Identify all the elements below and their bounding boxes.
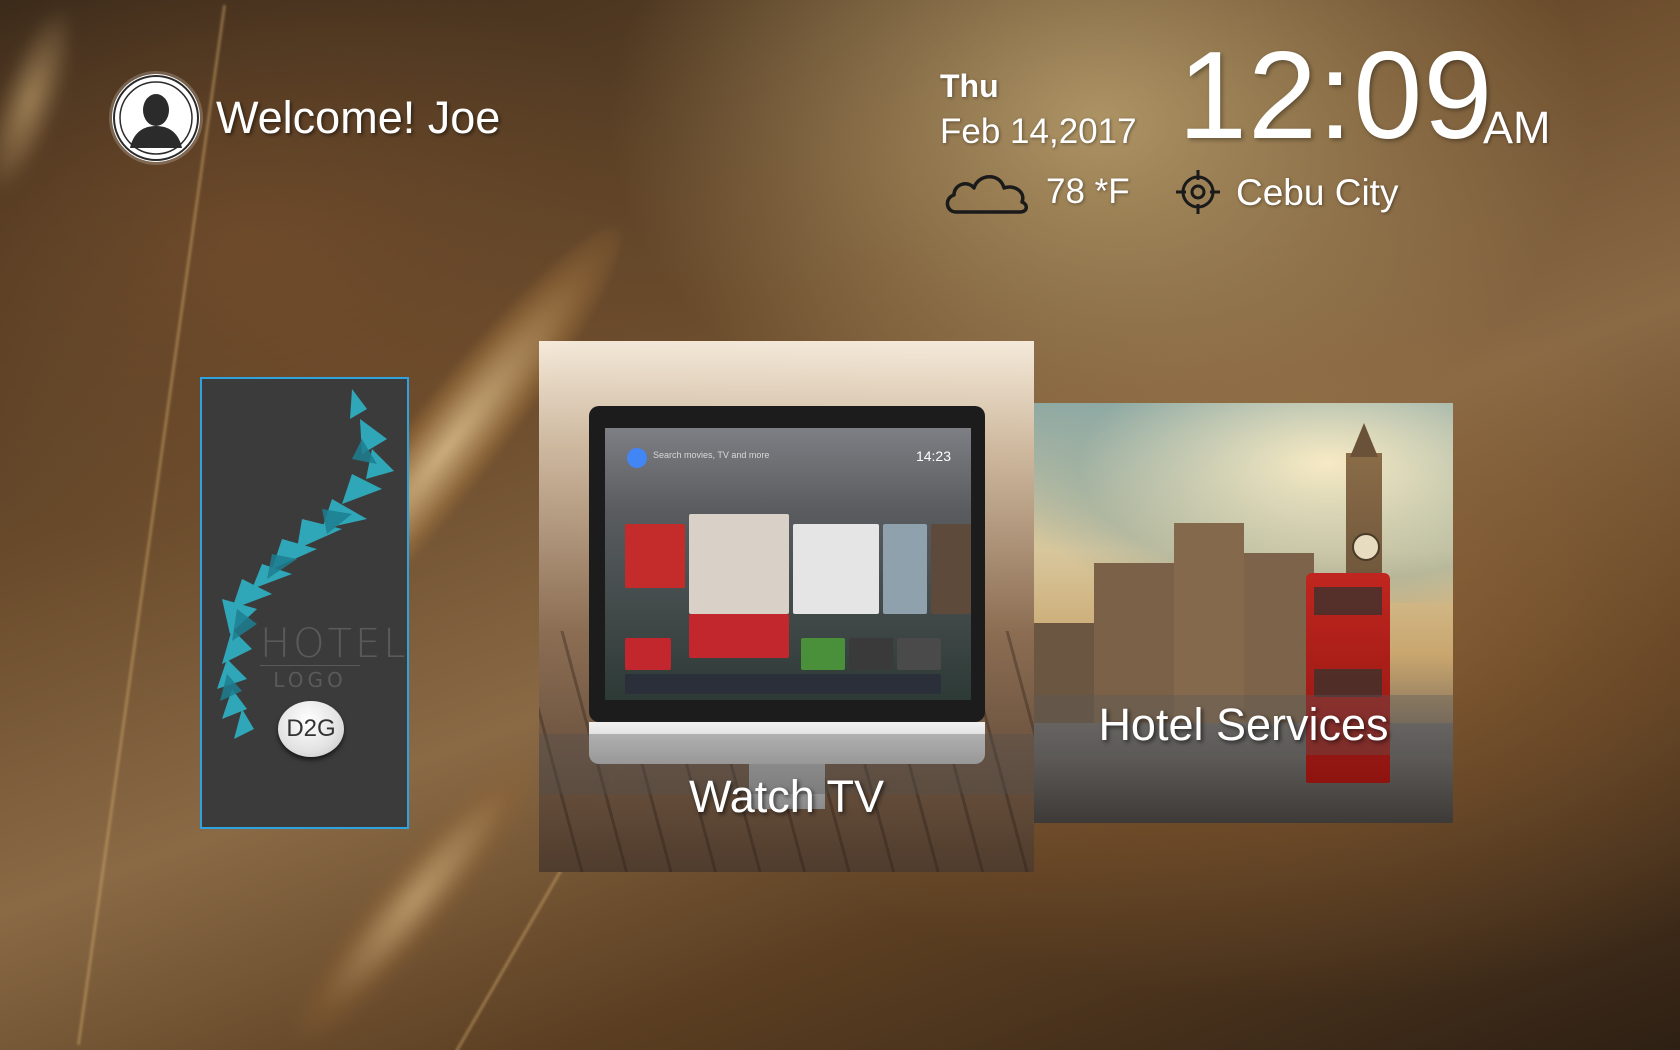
bus-window: [1314, 669, 1382, 697]
tv-app-tile: [849, 638, 893, 670]
tv-monitor-screen: Search movies, TV and more 14:23: [605, 428, 971, 700]
hotel-logo-word: HOTEL: [260, 621, 409, 667]
tv-card-info: [689, 614, 789, 658]
hotel-logo-subtitle: LOGO: [260, 665, 360, 692]
clock-ampm: AM: [1483, 102, 1551, 153]
tv-search-hint: Search movies, TV and more: [653, 450, 770, 460]
city-label: Cebu City: [1236, 172, 1399, 213]
hotel-services-label: Hotel Services: [1098, 699, 1389, 750]
welcome-message: Welcome! Joe: [216, 92, 501, 143]
watch-tv-label: Watch TV: [688, 771, 885, 822]
clock-face-icon: [1352, 533, 1380, 561]
hotel-services-tile[interactable]: Hotel Services: [1034, 403, 1453, 823]
date-label: Feb 14,2017: [940, 112, 1137, 151]
clock-tower-spire: [1350, 423, 1378, 457]
location-target-icon: [1176, 170, 1220, 214]
user-avatar[interactable]: [112, 74, 200, 162]
tv-app-row: [625, 674, 941, 694]
microphone-icon: [627, 448, 647, 468]
home-screen: Welcome! Joe Thu Feb 14,2017 12:09 AM 78…: [0, 0, 1680, 1050]
background-grass-stalk-left: [0, 0, 93, 205]
tv-screen-clock: 14:23: [915, 448, 951, 464]
weekday-label: Thu: [940, 68, 999, 104]
watch-tv-tile[interactable]: Search movies, TV and more 14:23 Watch T…: [539, 341, 1034, 872]
d2g-badge: D2G: [278, 701, 344, 757]
tv-card-thumbnail: [625, 524, 685, 588]
cloud-icon: [945, 175, 1028, 214]
temperature-label: 78 *F: [1046, 172, 1130, 211]
user-avatar-icon: [113, 75, 199, 161]
tv-app-tile: [801, 638, 845, 670]
tv-card-thumbnail: [931, 524, 971, 614]
tv-card-thumbnail: [689, 514, 789, 614]
tv-monitor: Search movies, TV and more 14:23: [589, 406, 985, 722]
bus-window: [1314, 587, 1382, 615]
tv-app-tile: [897, 638, 941, 670]
hotel-logo-tile[interactable]: HOTEL LOGO D2G: [200, 377, 409, 829]
tv-app-tile: [625, 638, 671, 670]
tv-card-thumbnail: [793, 524, 879, 614]
tv-card-thumbnail: [883, 524, 927, 614]
clock-time: 12:09: [1178, 27, 1494, 165]
hotel-logo-art-icon: [217, 389, 394, 739]
